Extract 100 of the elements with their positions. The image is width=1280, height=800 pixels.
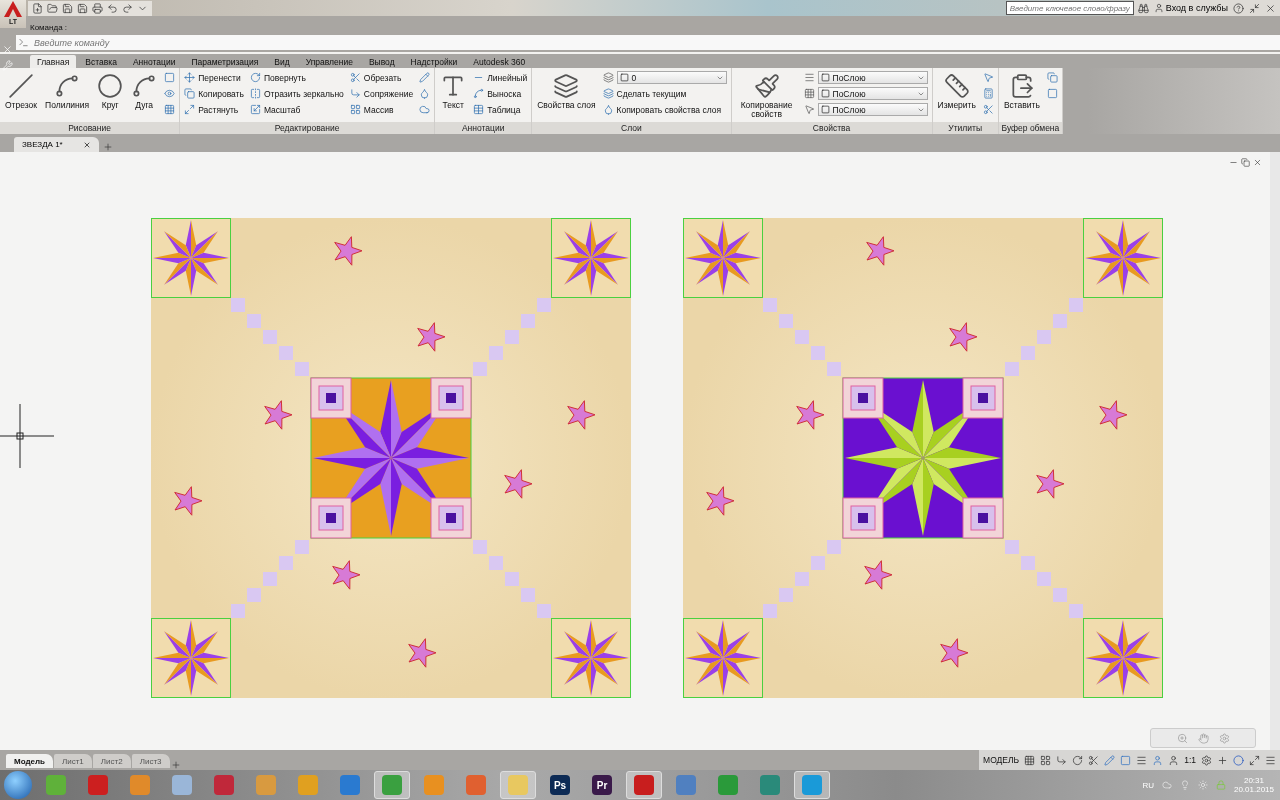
ribbon-tool-button[interactable]: Круг [96, 71, 125, 112]
tray-icon[interactable] [1161, 780, 1172, 790]
ribbon-icon-button[interactable] [164, 103, 176, 116]
ribbon-tool-button[interactable]: Отразить зеркально [249, 87, 344, 100]
ribbon-tool-button[interactable]: Полилиния [44, 71, 91, 112]
close-icon[interactable] [2, 44, 13, 55]
ribbon-icon-button[interactable] [982, 71, 994, 84]
ribbon-tool-button[interactable]: Перенести [184, 71, 244, 84]
taskbar-app-button[interactable] [626, 771, 662, 799]
ribbon-tool-button[interactable]: Копировать [184, 87, 244, 100]
ribbon-tool-button[interactable]: Обрезать [349, 71, 414, 84]
undo-icon[interactable] [107, 2, 118, 14]
ribbon-tool-button[interactable]: Дуга [130, 71, 159, 112]
ruler-icon [943, 73, 970, 99]
print-icon[interactable] [92, 2, 103, 14]
zoom-icon [1176, 732, 1188, 744]
new-file-icon[interactable] [32, 2, 43, 14]
clock-time: 20:31 [1243, 776, 1264, 785]
ribbon-tab[interactable]: Главная [30, 55, 77, 68]
ribbon-tool-button[interactable]: Массив [349, 103, 414, 116]
model-space-button[interactable]: МОДЕЛЬ [983, 755, 1020, 765]
add-layout-icon[interactable] [170, 760, 181, 770]
ribbon-tool-button[interactable]: Копировать свойства слоя [602, 103, 727, 116]
ribbon-tool-button[interactable]: Вставить [1002, 71, 1041, 112]
ribbon-icon-button[interactable] [982, 87, 994, 100]
document-tab[interactable]: ЗВЕЗДА 1* [14, 137, 99, 152]
binoculars-icon[interactable] [1137, 2, 1149, 14]
close-icon[interactable] [1265, 2, 1276, 14]
redo-icon[interactable] [122, 2, 133, 14]
taskbar-app-button[interactable]: Ps [542, 771, 578, 799]
close-tab-button[interactable] [82, 140, 91, 149]
dropdown-field[interactable]: ПоСлою [817, 71, 928, 84]
layout-tab[interactable]: Лист1 [54, 754, 92, 768]
array-icon [349, 104, 361, 115]
lineweight-icon[interactable] [1136, 754, 1148, 766]
move-arrows-icon [184, 72, 196, 83]
scale-button[interactable]: 1:1 [1184, 755, 1196, 765]
ribbon-tab[interactable]: Параметризация [184, 55, 266, 68]
ribbon-tool-button[interactable]: Выноска [473, 87, 528, 100]
ribbon-tab[interactable]: Надстройки [403, 55, 465, 68]
taskbar-app-button[interactable] [794, 771, 830, 799]
ribbon-icon-button[interactable] [982, 103, 994, 116]
search-field[interactable]: Введите ключевое слово/фразу [1005, 1, 1134, 15]
menu-icon[interactable] [1265, 754, 1276, 766]
ribbon-tab[interactable]: Вставка [78, 55, 124, 68]
panel-title[interactable]: Слои [532, 122, 731, 134]
ribbon-tab[interactable]: Вид [267, 55, 297, 68]
dropdown-field[interactable]: ПоСлою [817, 87, 928, 100]
wrench-icon[interactable] [2, 60, 13, 71]
ribbon-tab[interactable]: Autodesk 360 [466, 55, 533, 68]
start-button[interactable] [4, 771, 32, 799]
restore-window-icon[interactable] [1249, 2, 1260, 14]
ribbon-tool-button[interactable]: Повернуть [249, 71, 344, 84]
fullscreen-icon[interactable] [1249, 754, 1260, 766]
save-icon[interactable] [62, 2, 73, 14]
panel-title[interactable]: Свойства [731, 122, 932, 134]
ribbon-icon-button[interactable] [1046, 71, 1058, 84]
panel-title[interactable]: Рисование [0, 122, 180, 134]
close-icon[interactable] [1253, 158, 1262, 167]
leader-icon [473, 88, 485, 99]
ribbon-icon-button[interactable] [164, 87, 176, 100]
ribbon-tool-button[interactable]: Отрезок [4, 71, 39, 112]
dropdown-field[interactable]: 0 [616, 71, 727, 84]
grid-icon[interactable] [1024, 754, 1036, 766]
ribbon-icon-button[interactable] [419, 71, 431, 84]
ribbon-icon-button[interactable] [419, 103, 431, 116]
new-tab-icon[interactable] [102, 142, 113, 152]
ribbon-icon-button[interactable] [164, 71, 176, 84]
taskbar-app-button[interactable]: Pr [584, 771, 620, 799]
ribbon-tool-button[interactable]: Измерить [936, 71, 977, 112]
ribbon-tool-button[interactable]: Копирование свойств [735, 71, 798, 121]
ribbon-tool-button[interactable]: Таблица [473, 103, 528, 116]
panel-title[interactable]: Аннотации [435, 122, 532, 134]
ribbon-tool-button[interactable]: Сопряжение [349, 87, 414, 100]
ribbon-tool-button[interactable]: Растянуть [184, 103, 244, 116]
ribbon-tool-button[interactable]: Линейный [473, 71, 528, 84]
panel-title[interactable]: Утилиты [932, 122, 998, 134]
plus-icon[interactable] [1217, 754, 1228, 766]
ribbon-tool-button[interactable]: Текст [439, 71, 468, 112]
dropdown-field[interactable]: ПоСлою [817, 103, 928, 116]
user-icon [1153, 3, 1164, 13]
panel-title[interactable]: Редактирование [180, 122, 435, 134]
ribbon-tab[interactable]: Вывод [361, 55, 402, 68]
ribbon-tool-button[interactable]: Свойства слоя [536, 71, 597, 112]
ribbon-icon-button[interactable] [419, 87, 431, 100]
panel-title[interactable]: Буфер обмена [998, 122, 1062, 134]
ribbon-tab[interactable]: Управление [298, 55, 360, 68]
restore-icon[interactable] [1241, 158, 1250, 167]
save-as-icon[interactable] [77, 2, 88, 14]
layout-tab[interactable]: Лист3 [131, 754, 170, 768]
taskbar-app-button[interactable] [374, 771, 410, 799]
layout-tab[interactable]: Лист2 [92, 754, 131, 768]
layout-tab[interactable]: Модель [6, 754, 53, 768]
ribbon-tool-button[interactable]: Сделать текущим [602, 87, 727, 100]
ribbon-tab[interactable]: Аннотации [125, 55, 183, 68]
open-folder-icon[interactable] [47, 2, 58, 14]
ribbon-tool-button[interactable]: Масштаб [249, 103, 344, 116]
ribbon-icon-button[interactable] [1046, 87, 1058, 100]
help-icon[interactable] [1233, 2, 1244, 14]
settings-icon[interactable] [1201, 754, 1212, 766]
